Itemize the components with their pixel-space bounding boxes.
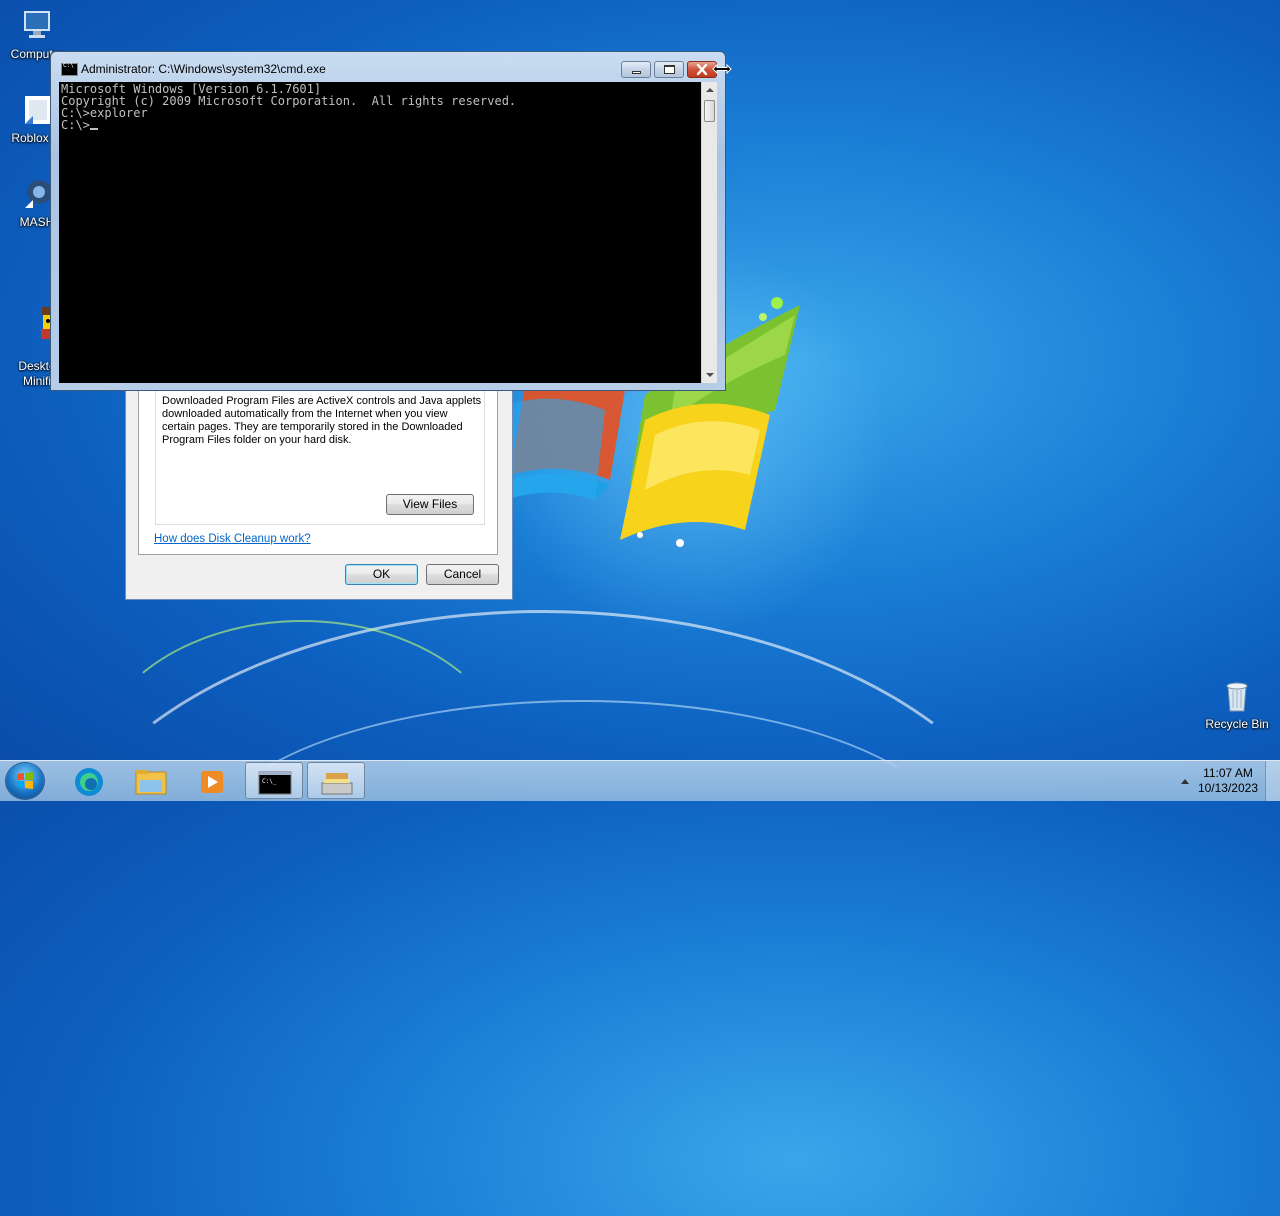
taskbar-disk-cleanup[interactable] — [307, 762, 365, 799]
clock-date: 10/13/2023 — [1197, 781, 1258, 795]
taskbar-media-player[interactable] — [183, 762, 241, 799]
system-clock[interactable]: 11:07 AM 10/13/2023 — [1198, 766, 1258, 796]
svg-text:C:\_: C:\_ — [262, 778, 277, 785]
desktop-icon-label: Recycle Bin — [1205, 717, 1269, 731]
vertical-scrollbar[interactable] — [701, 82, 717, 383]
recycle-bin-icon — [1219, 678, 1255, 714]
media-player-icon — [201, 771, 223, 793]
taskbar-edge[interactable] — [60, 762, 118, 799]
desktop-icon-recycle-bin[interactable]: Recycle Bin — [1200, 678, 1274, 732]
show-desktop-button[interactable] — [1265, 761, 1280, 801]
console-line: C:\>explorer — [61, 106, 148, 120]
computer-icon — [19, 8, 55, 44]
view-files-button[interactable]: View Files — [386, 494, 474, 515]
minimize-button[interactable] — [621, 61, 651, 78]
start-button[interactable] — [6, 763, 44, 799]
scroll-up-arrow-icon[interactable] — [706, 88, 714, 92]
disk-cleanup-dialog: Downloaded Program Files are ActiveX con… — [125, 382, 513, 600]
window-title: Administrator: C:\Windows\system32\cmd.e… — [81, 62, 326, 76]
cmd-window-icon[interactable] — [61, 62, 78, 76]
minimize-icon — [632, 71, 641, 74]
taskbar-file-explorer[interactable] — [122, 762, 180, 799]
help-link[interactable]: How does Disk Cleanup work? — [154, 533, 311, 545]
scroll-down-arrow-icon[interactable] — [706, 373, 714, 377]
edge-icon — [75, 768, 103, 796]
console-output[interactable]: Microsoft Windows [Version 6.1.7601] Copy… — [59, 82, 701, 383]
description-text: Downloaded Program Files are ActiveX con… — [162, 395, 482, 446]
cmd-window: Administrator: C:\Windows\system32\cmd.e… — [50, 51, 726, 391]
disk-cleanup-icon — [321, 773, 353, 795]
maximize-icon — [664, 65, 675, 74]
text-cursor — [89, 128, 98, 130]
taskbar-cmd[interactable]: C:\_ — [245, 762, 303, 799]
maximize-button[interactable] — [654, 61, 684, 78]
cancel-button[interactable]: Cancel — [426, 564, 499, 585]
console-prompt: C:\> — [61, 118, 90, 132]
scrollbar-thumb[interactable] — [704, 100, 715, 122]
taskbar: C:\_ 11:07 AM 10/13/2023 — [0, 760, 1280, 801]
show-hidden-icons-icon[interactable] — [1181, 779, 1189, 784]
cmd-icon: C:\_ — [258, 771, 292, 795]
console-line: Copyright (c) 2009 Microsoft Corporation… — [61, 94, 517, 108]
console-prompt-line: C:\> — [61, 119, 699, 131]
windows-start-icon — [17, 772, 33, 789]
resize-cursor-icon — [712, 63, 732, 75]
clock-time: 11:07 AM — [1203, 766, 1253, 780]
file-explorer-icon — [135, 770, 167, 795]
ok-button[interactable]: OK — [345, 564, 418, 585]
